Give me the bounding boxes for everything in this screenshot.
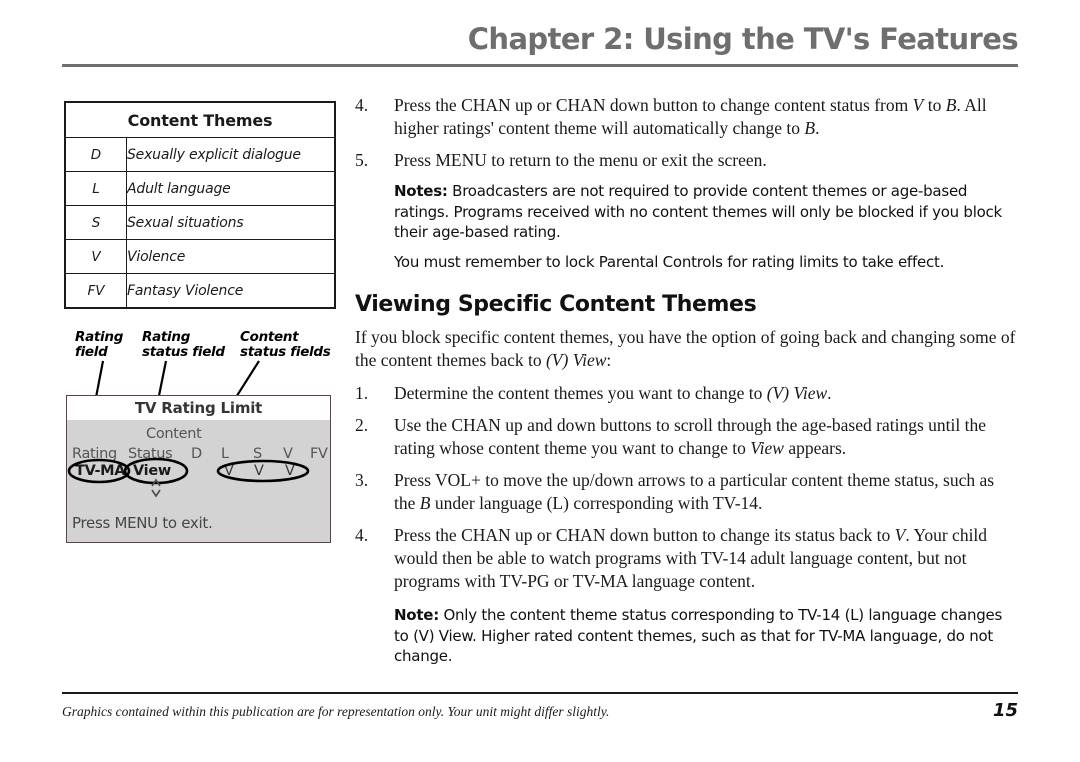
note-label: Note: [394,606,439,624]
tv-rating-field-label: Rating [72,446,117,462]
list-item-text: Use the CHAN up and down buttons to scro… [394,415,986,458]
list-item: 5. Press MENU to return to the menu or e… [355,149,1018,172]
table-row: S Sexual situations [64,205,336,240]
list-item-number: 5. [355,150,369,170]
tv-content-column-v: V [283,446,293,462]
theme-description: Adult language [126,171,336,206]
tv-exit-instruction: Press MENU to exit. [72,514,213,532]
table-row: L Adult language [64,171,336,206]
theme-code: FV [64,273,127,309]
notes-label: Notes: [394,182,448,200]
list-item: 1. Determine the content themes you want… [355,382,1018,405]
list-item-number: 1. [355,383,369,403]
theme-code: S [64,205,127,240]
tv-status-value: View [133,463,171,479]
table-title: Content Themes [64,101,336,138]
tv-screen-mockup: TV Rating Limit Content Rating Status D … [66,395,331,543]
tv-menu-body: Content Rating Status D L S V FV TV-MA V… [67,420,330,542]
tv-content-column-l: L [221,446,229,462]
table-row: D Sexually explicit dialogue [64,137,336,172]
callout-content-status-fields: Content status fields [240,329,331,360]
list-item-text: Press the CHAN up or CHAN down button to… [394,525,988,591]
tv-content-status-s: V [254,463,264,479]
intro-paragraph: If you block specific content themes, yo… [355,327,1016,370]
tv-rating-value: TV-MA [75,463,126,479]
list-item: 4. Press the CHAN up or CHAN down button… [355,94,1018,140]
list-item-text: Press MENU to return to the menu or exit… [394,150,767,170]
theme-description: Sexual situations [126,205,336,240]
callout-line: status field [142,344,225,360]
notes-block: Notes: Broadcasters are not required to … [355,181,1018,243]
content-themes-table: Content Themes D Sexually explicit dialo… [64,101,336,309]
theme-code: V [64,239,127,274]
header-divider [62,64,1018,67]
table-row: V Violence [64,239,336,274]
callout-rating-status-field: Rating status field [142,330,225,360]
footer-disclaimer: Graphics contained within this publicati… [62,704,610,719]
list-item-number: 2. [355,415,369,435]
list-item-text: Press VOL+ to move the up/down arrows to… [394,470,995,513]
list-item-number: 4. [355,525,369,545]
section-heading: Viewing Specific Content Themes [355,292,757,317]
list-item-number: 4. [355,95,369,115]
tv-content-status-l: V [224,463,234,479]
tv-content-status-v: V [285,463,295,479]
footer-divider [62,692,1018,694]
theme-code: L [64,171,127,206]
tv-content-group-label: Content [146,426,202,442]
tv-status-field-label: Status [128,446,173,462]
notes-text: You must remember to lock Parental Contr… [394,252,945,271]
list-item-text: Press the CHAN up or CHAN down button to… [394,95,987,138]
list-item-text: Determine the content themes you want to… [394,383,832,403]
main-content-column: 4. Press the CHAN up or CHAN down button… [355,94,1018,676]
theme-description: Violence [126,239,336,274]
table-header-row: Content Themes [64,101,336,138]
notes-block-secondary: You must remember to lock Parental Contr… [355,252,1018,273]
list-item: 3. Press VOL+ to move the up/down arrows… [355,469,1018,515]
list-item: 4. Press the CHAN up or CHAN down button… [355,524,1018,593]
callout-line: Rating [75,329,124,345]
page-number: 15 [992,700,1018,721]
callout-line: status fields [240,344,331,360]
callout-rating-field: Rating field [75,330,123,360]
list-item: 2. Use the CHAN up and down buttons to s… [355,414,1018,460]
theme-description: Sexually explicit dialogue [126,137,336,172]
tv-content-column-fv: FV [310,446,328,462]
callout-line: field [75,344,108,360]
tv-content-column-s: S [253,446,262,462]
theme-code: D [64,137,127,172]
theme-description: Fantasy Violence [126,273,336,309]
chapter-header: Chapter 2: Using the TV's Features [62,22,1019,68]
tv-content-column-d: D [191,446,202,462]
callout-line: Rating [142,329,191,345]
tv-menu-title: TV Rating Limit [134,399,263,417]
page-title: Chapter 2: Using the TV's Features [467,22,1019,56]
list-item-number: 3. [355,470,369,490]
callout-line: Content [240,329,299,345]
note-text: Only the content theme status correspond… [394,606,1003,665]
table-row: FV Fantasy Violence [64,273,336,309]
notes-text: Broadcasters are not required to provide… [394,182,1002,241]
note-final-block: Note: Only the content theme status corr… [355,605,1018,667]
